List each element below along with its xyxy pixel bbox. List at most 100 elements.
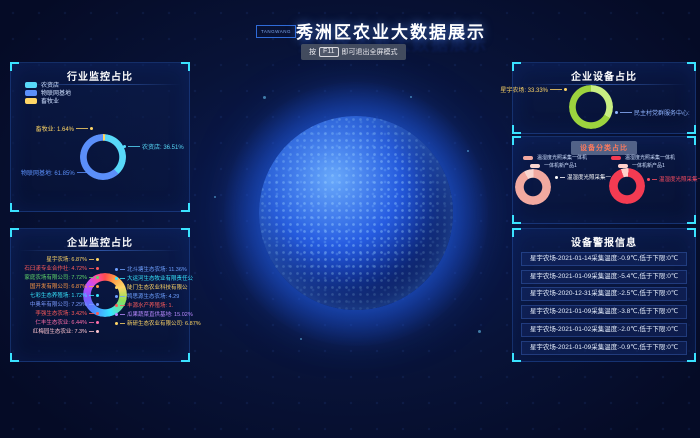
leader-line [77,172,89,173]
panel-title: 设备警报信息 [513,234,695,249]
leader-line [560,177,565,178]
chart-label-text: 七彩生态养殖场: 1.72% [30,291,87,299]
legend-label: 一体机新产品1 [632,162,665,169]
chart-label-text: 石臼漾专业合作社: 4.72% [24,264,87,272]
particle-dot [214,196,216,198]
label-dot [96,276,99,279]
legend-swatch [611,156,621,160]
leader-line [620,112,632,113]
chart-label-text: 中奥年有限公司: 7.29% [30,300,87,308]
hint-prefix: 按 [309,47,316,57]
panel-device-alarms: 设备警报信息 星宇农场-2021-01-14采集温度:-0.9℃,低于下限:0℃… [512,228,696,362]
label-dot [90,127,93,130]
legend-item[interactable]: 温湿度光照采集一体机 [523,154,587,161]
leader-line [120,323,125,324]
device-class-right-donut[interactable] [609,168,645,204]
panel-industry-monitor: 行业监控占比 农资店 物联网基地 畜牧业 畜牧业: 1.64% 农资店: 36.… [10,62,190,212]
legend-item[interactable]: 温湿度光照采集一体机 [611,154,675,161]
chart-label: 农资店: 36.51% [123,142,184,151]
alarm-row: 星宇农场-2021-01-02采集温度:-2.0℃,低于下限:0℃ [521,323,687,337]
legend-label: 温湿度光照采集一体机 [625,154,675,161]
chart-label: 民主村党群服务中心: [615,108,690,117]
label-dot [115,313,118,316]
leader-line [76,128,88,129]
legend-swatch [25,98,37,104]
leader-line [89,295,94,296]
chart-label: 红梅园生态农业: 7.3% [13,327,99,335]
corner-bracket [512,125,521,134]
legend-swatch [25,82,37,88]
chart-label-text: 大运河生态牧业有限责任公 [127,274,193,282]
corner-bracket [512,353,521,362]
leader-line [89,331,94,332]
equipment-donut-chart[interactable] [569,85,613,129]
particle-dot [478,330,481,333]
legend-label: 畜牧业 [41,96,59,105]
leader-line [120,287,125,288]
leader-line [89,277,94,278]
label-dot [96,258,99,261]
label-dot [647,178,650,181]
corner-bracket [687,353,696,362]
chart-label: 新研生态农业有限公司: 6.87% [115,319,201,327]
legend-swatch [618,164,628,168]
chart-label-text: 畜牧业: 1.64% [36,124,74,133]
legend-item[interactable]: 一体机新产品1 [530,162,577,169]
chart-label-text: 北斗塘生态农场: 11.36% [127,265,187,273]
chart-label: 星宇农场: 33.33% [515,85,567,94]
label-dot [115,322,118,325]
corner-bracket [181,203,190,212]
alarm-row: 星宇农场-2021-01-09采集温度:-0.9℃,低于下限:0℃ [521,341,687,355]
label-dot [564,88,567,91]
label-dot [96,294,99,297]
chart-label: 大运河生态牧业有限责任公 [115,274,193,282]
leader-line [89,259,94,260]
legend-item[interactable]: 畜牧业 [25,96,59,105]
dashboard: 秀洲区农业大数据展示 TANGWANG 秀洲区农业大数据展示 按 F11 即可退… [0,0,700,438]
chart-label-text: 红梅园生态农业: 7.3% [33,327,87,335]
chart-label: 鸭思源生态农场: 4.29 [115,292,179,300]
chart-label: 星宇农场: 6.87% [13,255,99,263]
alarm-row: 星宇农场-2021-01-09采集温度:-3.8℃,低于下限:0℃ [521,305,687,319]
chart-label: 畜牧业: 1.64% [17,124,93,133]
legend-label: 一体机新产品1 [544,162,577,169]
label-dot [115,295,118,298]
label-dot [115,277,118,280]
alarm-row: 星宇农场-2021-01-09采集温度:-5.4℃,低于下限:0℃ [521,270,687,284]
title-divider [19,250,181,251]
label-dot [96,321,99,324]
legend-swatch [25,90,37,96]
legend-swatch [523,156,533,160]
chart-label: 物联网基地: 61.85% [21,168,94,177]
leader-line [89,322,94,323]
panel-device-classification: 设备分类占比 温湿度光照采集一体机 一体机新产品1 温湿度光照采集一— 温湿度光… [512,136,696,224]
corner-bracket [512,136,521,145]
page-title: 秀洲区农业大数据展示 [296,18,486,43]
panel-title-pill: 设备分类占比 [571,141,637,155]
alarm-row: 星宇农场-2021-01-14采集温度:-0.9℃,低于下限:0℃ [521,252,687,266]
corner-bracket [687,215,696,224]
chart-label: 石臼漾专业合作社: 4.72% [13,264,99,272]
chart-label-text: 星宇农场: 33.33% [500,85,548,94]
label-dot [123,145,126,148]
chart-label: 七彩生态养殖场: 1.72% [13,291,99,299]
device-class-left-donut[interactable] [515,169,551,205]
particle-dot [467,150,469,152]
corner-bracket [181,353,190,362]
chart-label: 北斗塘生态农场: 11.36% [115,265,187,273]
chart-label: 国开发有限公司: 6.87% [13,282,99,290]
f11-keycap: F11 [319,47,339,57]
chart-label-text: 仁丰生态农业: 6.44% [35,318,87,326]
panel-enterprise-monitor: 企业监控占比 星宇农场: 6.87% 石臼漾专业合作社: 4.72% 家庭农场有… [10,228,190,362]
chart-label-text: 物联网基地: 61.85% [21,168,75,177]
leader-line [120,305,125,306]
legend-swatch [530,164,540,168]
chart-label: 仁丰生态农业: 6.44% [13,318,99,326]
chart-label-text: 星宇农场: 6.87% [46,255,87,263]
label-dot [615,111,618,114]
leader-line [120,296,125,297]
chart-label: 温湿度光照采集一— [647,175,700,183]
chart-label-text: 家庭农场有限公司: 7.72% [24,273,87,281]
label-dot [96,330,99,333]
chart-label: 中奥年有限公司: 7.29% [13,300,99,308]
